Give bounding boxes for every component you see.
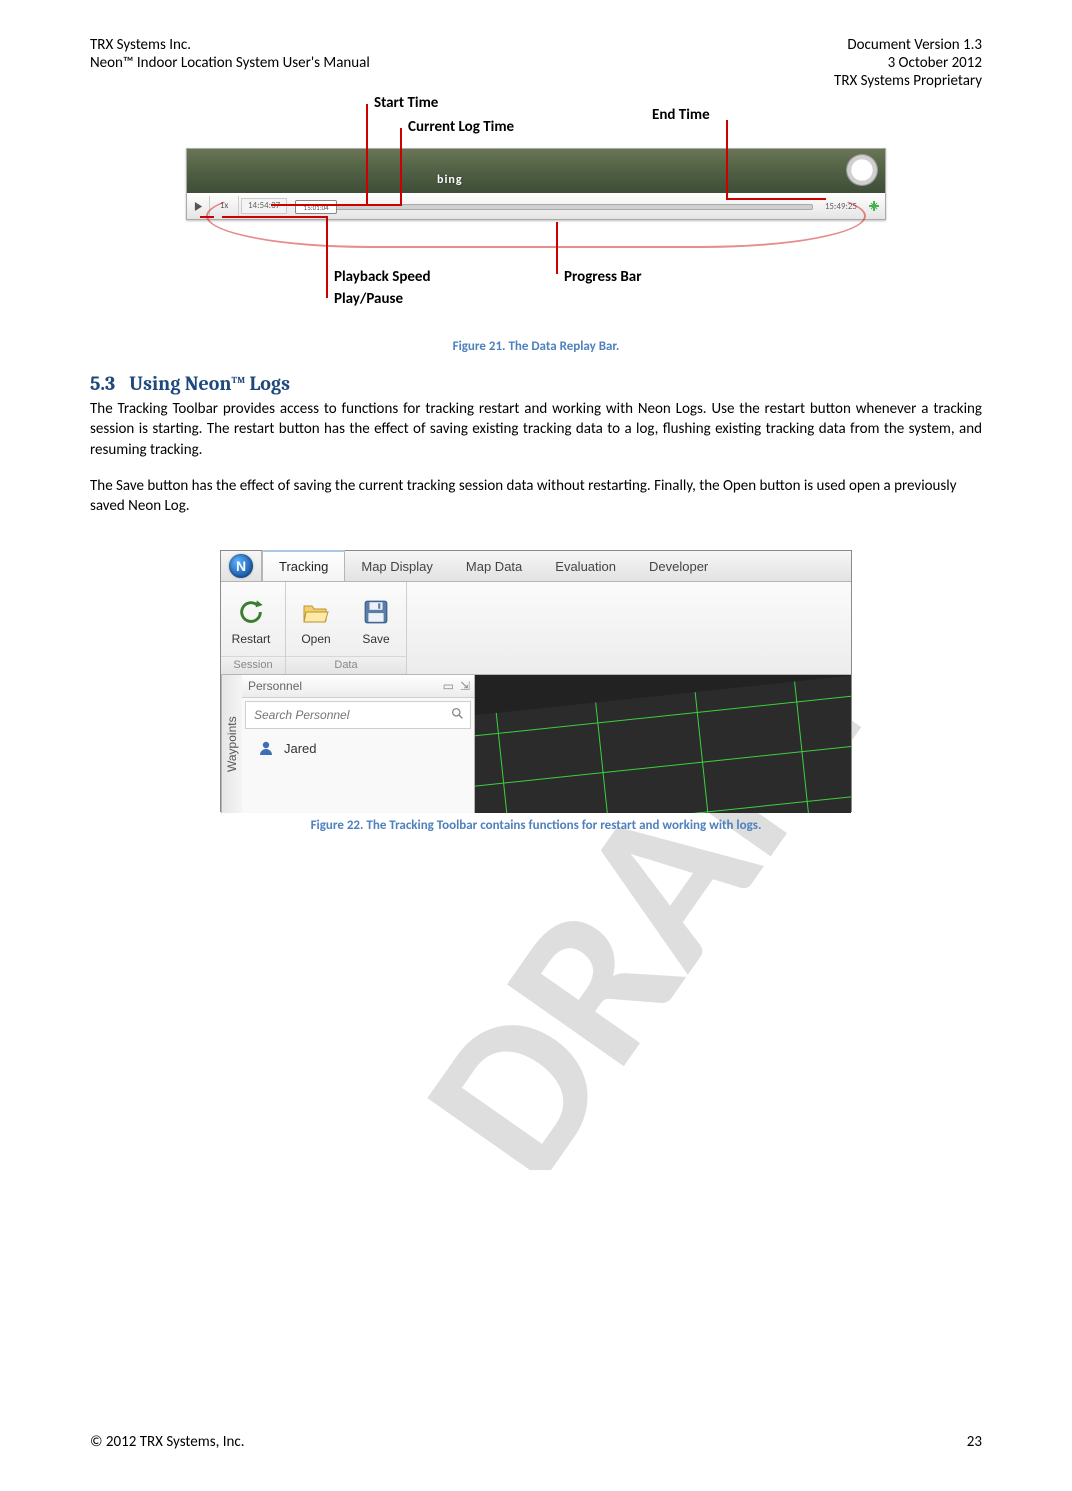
callout-current-time: Current Log Time (408, 118, 514, 136)
save-button[interactable]: Save (346, 592, 406, 650)
expand-icon[interactable] (863, 196, 885, 216)
progress-bar-track[interactable]: 15:01:04 (295, 200, 813, 212)
save-label: Save (362, 632, 389, 646)
group-data-label: Data (286, 656, 406, 674)
refresh-icon (235, 596, 267, 628)
callout-playback-speed: Playback Speed (334, 268, 431, 286)
restart-button[interactable]: Restart (221, 592, 281, 650)
figure-22-caption: Figure 22. The Tracking Toolbar contains… (90, 818, 982, 833)
playback-speed[interactable]: 1x (210, 196, 239, 216)
tab-map-display[interactable]: Map Display (345, 551, 450, 581)
header-proprietary: TRX Systems Proprietary (834, 72, 982, 90)
map-viewport[interactable] (475, 675, 851, 813)
play-pause-button[interactable] (187, 196, 210, 216)
paragraph-1: The Tracking Toolbar provides access to … (90, 399, 982, 460)
tab-evaluation[interactable]: Evaluation (539, 551, 633, 581)
current-log-time-thumb[interactable]: 15:01:04 (295, 200, 337, 214)
tab-map-data[interactable]: Map Data (450, 551, 539, 581)
waypoints-tab[interactable]: Waypoints (221, 675, 242, 813)
group-data: Open Save Data (286, 582, 407, 674)
bing-logo: bing (437, 173, 463, 187)
figure-21-caption: Figure 21. The Data Replay Bar. (90, 339, 982, 354)
person-icon (258, 740, 274, 756)
group-session: Restart Session (221, 582, 286, 674)
open-button[interactable]: Open (286, 592, 346, 650)
personnel-item[interactable]: Jared (242, 736, 474, 760)
figure-2: N Tracking Map Display Map Data Evaluati… (220, 550, 852, 812)
callout-end-time: End Time (652, 106, 710, 124)
group-session-label: Session (221, 656, 285, 674)
personnel-panel: Personnel ▭ ⇲ (242, 675, 475, 813)
header-row-3: TRX Systems Proprietary (90, 72, 982, 90)
header-date: 3 October 2012 (888, 54, 982, 72)
footer-page-number: 23 (967, 1433, 982, 1451)
search-icon (451, 707, 464, 724)
tab-tracking[interactable]: Tracking (262, 550, 345, 581)
folder-open-icon (300, 596, 332, 628)
header-company: TRX Systems Inc. (90, 36, 191, 54)
map-preview: bing (187, 149, 885, 193)
search-personnel[interactable] (245, 701, 471, 729)
header-row-1: TRX Systems Inc. Document Version 1.3 (90, 36, 982, 54)
callout-start-time: Start Time (374, 94, 438, 112)
paragraph-2: The Save button has the effect of saving… (90, 476, 982, 517)
section-5-3-heading: 5.3Using Neon™ Logs (90, 372, 982, 395)
pin-icon[interactable]: ⇲ (460, 679, 470, 693)
app-menu-button[interactable]: N (221, 551, 262, 581)
personnel-panel-title: Personnel (248, 679, 302, 693)
header-doc-version: Document Version 1.3 (847, 36, 982, 54)
save-icon (360, 596, 392, 628)
header-title: Neon™ Indoor Location System User's Manu… (90, 54, 370, 72)
search-input[interactable] (252, 707, 451, 723)
neon-logo-icon: N (229, 554, 253, 578)
callout-progress-bar: Progress Bar (564, 268, 642, 286)
header-row-2: Neon™ Indoor Location System User's Manu… (90, 54, 982, 72)
restart-label: Restart (232, 632, 271, 646)
open-label: Open (301, 632, 330, 646)
callout-play-pause: Play/Pause (334, 290, 403, 308)
figure-1: bing 1x 14:54:37 15:01:04 15:49:25 (186, 98, 886, 333)
window-icon[interactable]: ▭ (443, 679, 454, 693)
end-time-value: 15:49:25 (819, 201, 863, 212)
replay-bar: bing 1x 14:54:37 15:01:04 15:49:25 (186, 148, 886, 220)
personnel-name: Jared (284, 741, 317, 756)
footer-copyright: © 2012 TRX Systems, Inc. (90, 1433, 245, 1451)
ribbon-tabs: N Tracking Map Display Map Data Evaluati… (221, 551, 851, 582)
ribbon-body: Restart Session Open Save (221, 582, 851, 675)
tab-developer[interactable]: Developer (633, 551, 725, 581)
footer: © 2012 TRX Systems, Inc. 23 (90, 1433, 982, 1451)
start-time-value: 14:54:37 (241, 198, 287, 214)
